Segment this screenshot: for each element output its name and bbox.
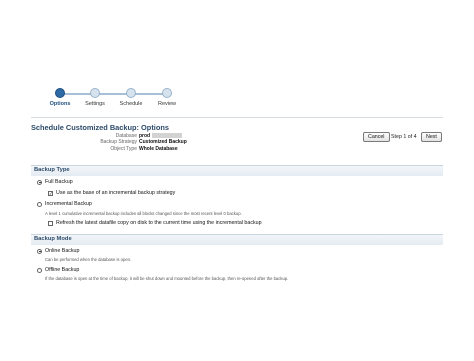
incremental-backup-option[interactable]: Incremental Backup: [37, 201, 92, 207]
online-backup-desc: Can be performed when the database is op…: [45, 257, 132, 262]
incremental-base-label: Use as the base of an incremental backup…: [56, 190, 176, 196]
offline-backup-option[interactable]: Offline Backup: [37, 267, 79, 273]
train-step-options-label[interactable]: Options: [40, 101, 80, 107]
wizard-train: Options Settings Schedule Review: [31, 77, 443, 115]
refresh-copy-option[interactable]: Refresh the latest datafile copy on disk…: [48, 220, 262, 226]
full-backup-label: Full Backup: [45, 179, 73, 185]
object-type-label: Object Type: [110, 145, 137, 152]
incremental-backup-radio[interactable]: [37, 201, 42, 207]
train-step-settings-label[interactable]: Settings: [75, 101, 115, 107]
info-values: prod Customized Backup Whole Database: [139, 133, 187, 152]
next-button[interactable]: Next: [421, 132, 442, 142]
offline-backup-label: Offline Backup: [45, 267, 80, 273]
train-step-review-node[interactable]: [162, 88, 172, 98]
backup-wizard: Options Settings Schedule Review Schedul…: [31, 77, 443, 302]
object-type-value: Whole Database: [139, 145, 178, 152]
train-step-options-node[interactable]: [55, 88, 65, 98]
train-step-settings-node[interactable]: [90, 88, 100, 98]
refresh-copy-checkbox[interactable]: [48, 220, 53, 226]
info-labels: Database Backup Strategy Object Type: [77, 133, 137, 152]
train-step-schedule-label[interactable]: Schedule: [111, 101, 151, 107]
incremental-backup-desc: A level 1 cumulative incremental backup …: [45, 211, 242, 216]
strategy-value: Customized Backup: [139, 139, 187, 146]
backup-type-header: Backup Type: [31, 165, 443, 176]
step-indicator: Step 1 of 4: [391, 134, 417, 140]
page-title: Schedule Customized Backup: Options: [31, 123, 169, 132]
train-connector: [60, 93, 167, 95]
online-backup-label: Online Backup: [45, 248, 80, 254]
offline-backup-radio[interactable]: [37, 267, 42, 273]
train-step-review-label[interactable]: Review: [147, 101, 187, 107]
redacted-block: [152, 133, 183, 139]
train-step-schedule-node[interactable]: [126, 88, 136, 98]
online-backup-option[interactable]: Online Backup: [37, 248, 79, 254]
refresh-copy-label: Refresh the latest datafile copy on disk…: [56, 220, 262, 226]
offline-backup-desc: If the database is open at the time of b…: [45, 276, 289, 281]
backup-mode-title: Backup Mode: [34, 236, 72, 242]
cancel-button[interactable]: Cancel: [363, 132, 390, 142]
incremental-base-checkbox[interactable]: ✓: [48, 190, 53, 196]
incremental-backup-label: Incremental Backup: [45, 201, 92, 207]
full-backup-radio[interactable]: [37, 179, 42, 185]
incremental-base-option[interactable]: ✓ Use as the base of an incremental back…: [48, 190, 175, 196]
backup-type-title: Backup Type: [34, 167, 70, 173]
database-value: prod: [139, 133, 151, 139]
backup-mode-header: Backup Mode: [31, 234, 443, 245]
full-backup-option[interactable]: Full Backup: [37, 179, 73, 185]
divider: [31, 117, 443, 118]
online-backup-radio[interactable]: [37, 248, 42, 254]
